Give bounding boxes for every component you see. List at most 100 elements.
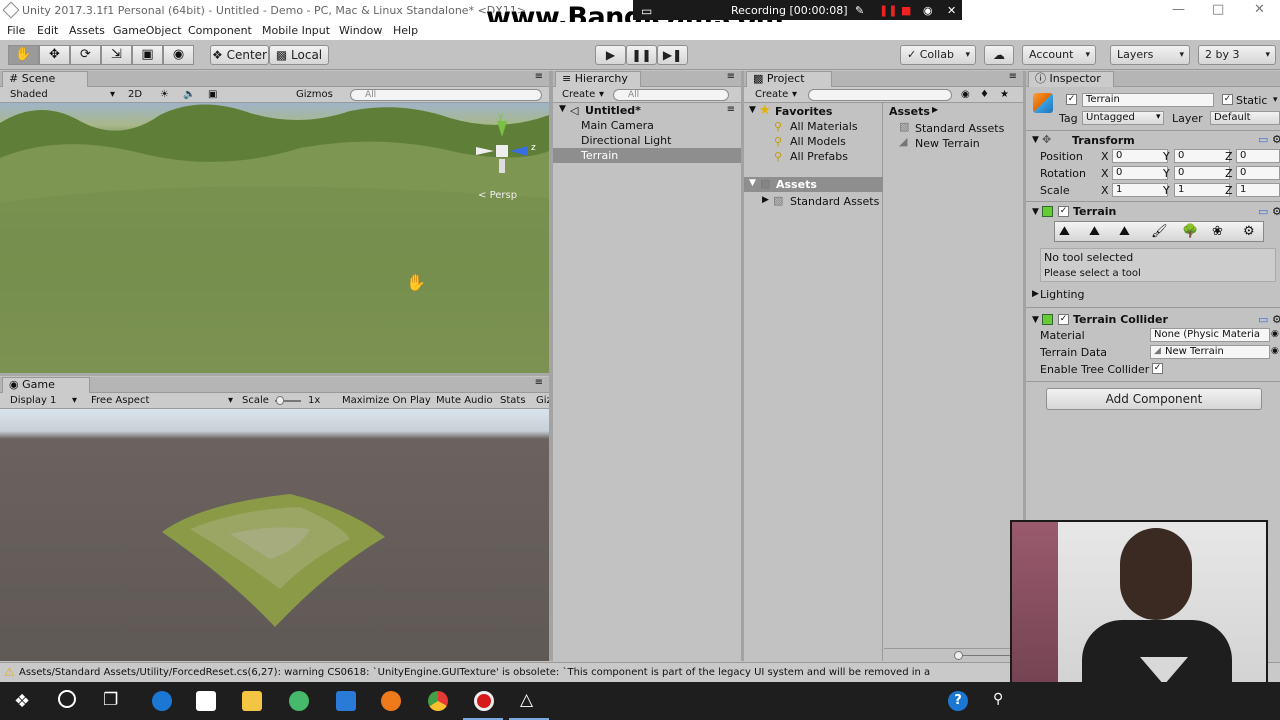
tab-project[interactable]: ▩ Project bbox=[746, 71, 832, 87]
layer-dropdown[interactable]: Default bbox=[1210, 111, 1280, 125]
unity-icon[interactable]: △ bbox=[520, 690, 533, 710]
static-dropdown-arrow-icon[interactable]: ▾ bbox=[1273, 95, 1278, 105]
paint-texture-tool-icon[interactable]: 🖌 bbox=[1151, 224, 1168, 239]
terrain-enabled-checkbox[interactable]: ✓ bbox=[1058, 206, 1069, 217]
rotation-x-field[interactable]: 0 bbox=[1112, 166, 1168, 180]
game-viewport[interactable] bbox=[0, 409, 549, 661]
scale-y-field[interactable]: 1 bbox=[1174, 183, 1230, 197]
favorite-item[interactable]: All Prefabs bbox=[790, 150, 848, 163]
hierarchy-item[interactable]: Main Camera bbox=[581, 119, 654, 132]
visual-studio-icon[interactable] bbox=[336, 691, 356, 711]
stop-record-icon[interactable]: ■ bbox=[901, 4, 911, 17]
tab-inspector[interactable]: ⓘ Inspector bbox=[1028, 71, 1114, 87]
gizmo-y-axis-icon[interactable] bbox=[497, 121, 507, 137]
help-book-icon[interactable]: ▭ bbox=[1258, 133, 1268, 146]
transform-tool-icon[interactable]: ◉ bbox=[163, 45, 194, 65]
menu-window[interactable]: Window bbox=[339, 24, 382, 37]
paint-details-tool-icon[interactable]: ❀ bbox=[1212, 224, 1223, 239]
cloud-button[interactable]: ☁ bbox=[984, 45, 1014, 65]
menu-component[interactable]: Component bbox=[188, 24, 252, 37]
hierarchy-search-input[interactable]: All bbox=[613, 89, 729, 101]
collab-dropdown[interactable]: ✓ Collab bbox=[900, 45, 976, 65]
position-y-field[interactable]: 0 bbox=[1174, 149, 1230, 163]
favorites-label[interactable]: Favorites bbox=[775, 105, 832, 118]
smooth-height-tool-icon[interactable]: ⛰ bbox=[1119, 224, 1130, 239]
rect-tool-icon[interactable]: ▣ bbox=[132, 45, 163, 65]
pause-button[interactable]: ❚❚ bbox=[626, 45, 657, 65]
tab-game[interactable]: ◉ Game bbox=[2, 377, 90, 393]
object-picker-icon[interactable]: ◉ bbox=[1271, 329, 1279, 339]
pause-record-icon[interactable]: ❚❚ bbox=[879, 4, 897, 17]
favorite-item[interactable]: All Materials bbox=[790, 120, 858, 133]
gizmo-neg-y-icon[interactable] bbox=[499, 159, 505, 173]
shading-mode-dropdown[interactable]: Shaded bbox=[10, 89, 48, 100]
raise-terrain-tool-icon[interactable]: ⛰ bbox=[1059, 224, 1070, 239]
gizmo-center-icon[interactable] bbox=[496, 145, 508, 157]
zoom-slider[interactable] bbox=[956, 655, 1011, 656]
maximize-icon[interactable]: □ bbox=[1212, 2, 1224, 17]
place-trees-tool-icon[interactable]: 🌳 bbox=[1182, 224, 1198, 239]
mail-icon[interactable] bbox=[196, 691, 216, 711]
gizmo-z-axis-icon[interactable] bbox=[510, 146, 528, 156]
hierarchy-create-dropdown[interactable]: Create bbox=[562, 89, 595, 100]
hierarchy-item-selected[interactable]: Terrain bbox=[553, 148, 741, 163]
edge-icon[interactable] bbox=[152, 691, 172, 711]
filter-label-icon[interactable]: ♦ bbox=[980, 89, 989, 100]
task-view-icon[interactable]: ❐ bbox=[103, 690, 118, 710]
effects-toggle-icon[interactable]: ▣ bbox=[208, 89, 217, 100]
layers-dropdown[interactable]: Layers bbox=[1110, 45, 1190, 65]
aspect-dropdown[interactable]: Free Aspect bbox=[91, 395, 149, 406]
display-dropdown[interactable]: Display 1 bbox=[10, 395, 56, 406]
hierarchy-item[interactable]: Directional Light bbox=[581, 134, 671, 147]
lighting-toggle-icon[interactable]: ☀ bbox=[160, 89, 169, 100]
filter-type-icon[interactable]: ◉ bbox=[961, 89, 970, 100]
step-button[interactable]: ▶❚ bbox=[657, 45, 688, 65]
tab-scene[interactable]: # Scene bbox=[2, 71, 88, 87]
camera-icon[interactable]: ◉ bbox=[923, 4, 933, 17]
game-panel-menu-icon[interactable]: ≡ bbox=[535, 377, 543, 388]
gizmo-x-axis-icon[interactable] bbox=[476, 147, 494, 155]
terrain-data-field[interactable]: New Terrain bbox=[1150, 345, 1270, 359]
asset-folder[interactable]: Standard Assets bbox=[790, 195, 879, 208]
play-button[interactable]: ▶ bbox=[595, 45, 626, 65]
transform-expand-icon[interactable]: ▼ bbox=[1032, 135, 1039, 145]
asset-item[interactable]: New Terrain bbox=[915, 137, 980, 150]
gizmos-dropdown[interactable]: Gizmos bbox=[296, 89, 333, 100]
terrain-settings-gear-icon[interactable]: ⚙ bbox=[1243, 224, 1255, 239]
project-menu-icon[interactable]: ≡ bbox=[1009, 71, 1017, 82]
scale-z-field[interactable]: 1 bbox=[1236, 183, 1280, 197]
help-book-icon[interactable]: ▭ bbox=[1258, 205, 1268, 218]
favorite-star-icon[interactable]: ★ bbox=[1000, 89, 1009, 100]
scene-gizmo[interactable]: y z bbox=[470, 112, 536, 181]
chrome-icon[interactable] bbox=[428, 691, 448, 711]
layout-dropdown[interactable]: 2 by 3 bbox=[1198, 45, 1276, 65]
menu-assets[interactable]: Assets bbox=[69, 24, 105, 37]
collider-enabled-checkbox[interactable]: ✓ bbox=[1058, 314, 1069, 325]
pivot-local-button[interactable]: ▩ Local bbox=[269, 45, 329, 65]
mute-audio-toggle[interactable]: Mute Audio bbox=[436, 395, 493, 406]
scale-x-field[interactable]: 1 bbox=[1112, 183, 1168, 197]
static-checkbox[interactable]: ✓ bbox=[1222, 94, 1233, 105]
material-field[interactable]: None (Physic Materia bbox=[1150, 328, 1270, 342]
favorite-item[interactable]: All Models bbox=[790, 135, 846, 148]
project-breadcrumb[interactable]: Assets bbox=[889, 105, 930, 118]
people-icon[interactable]: ⚲ bbox=[993, 691, 1003, 707]
menu-file[interactable]: File bbox=[7, 24, 25, 37]
close-recorder-icon[interactable]: ✕ bbox=[947, 4, 956, 17]
component-gear-icon[interactable]: ⚙ bbox=[1272, 133, 1280, 146]
paint-height-tool-icon[interactable]: ⛰ bbox=[1089, 224, 1100, 239]
file-explorer-icon[interactable] bbox=[242, 691, 262, 711]
component-gear-icon[interactable]: ⚙ bbox=[1272, 313, 1280, 326]
bandicam-icon[interactable] bbox=[474, 691, 494, 711]
scene-viewport[interactable]: y z < Persp ✋ bbox=[0, 103, 549, 373]
panel-menu-icon[interactable]: ≡ bbox=[535, 71, 543, 82]
scene-search-input[interactable]: All bbox=[350, 89, 542, 101]
asset-item[interactable]: Standard Assets bbox=[915, 122, 1004, 135]
pencil-icon[interactable]: ✎ bbox=[855, 4, 864, 17]
rotation-y-field[interactable]: 0 bbox=[1174, 166, 1230, 180]
tree-collider-checkbox[interactable]: ✓ bbox=[1152, 363, 1163, 374]
scene-name[interactable]: Untitled* bbox=[585, 104, 641, 117]
collider-expand-icon[interactable]: ▼ bbox=[1032, 315, 1039, 325]
scale-slider-thumb[interactable] bbox=[276, 396, 284, 405]
standard-assets-expand-icon[interactable]: ▶ bbox=[762, 195, 769, 205]
